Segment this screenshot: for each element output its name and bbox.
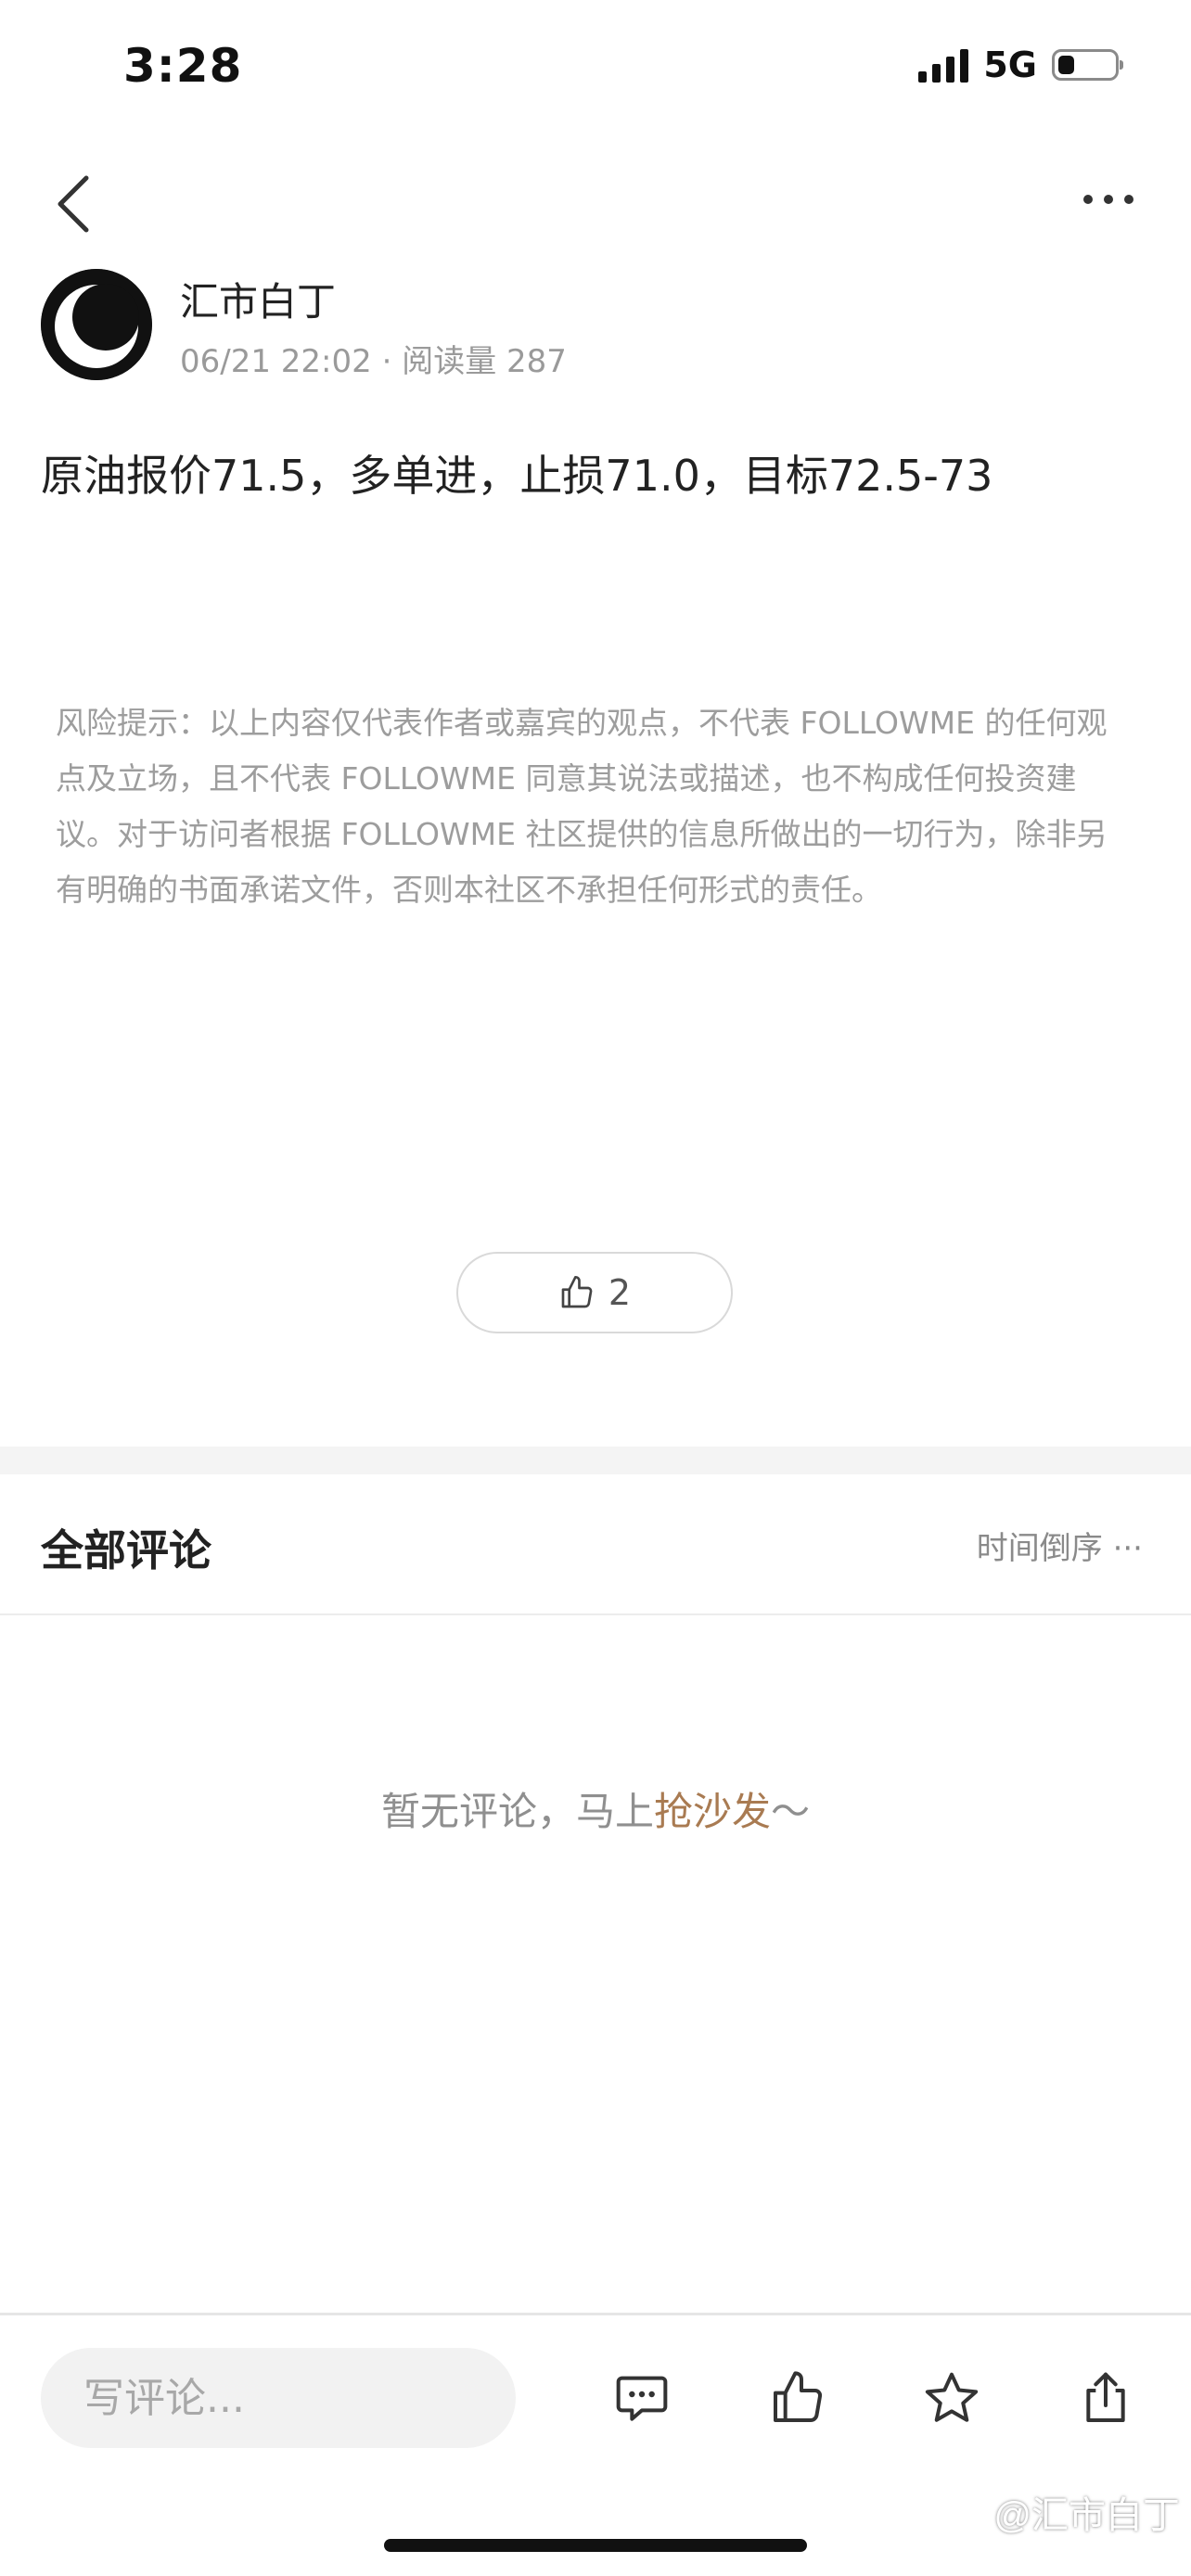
like-count: 2	[608, 1272, 632, 1313]
share-button[interactable]	[1070, 2363, 1141, 2433]
back-button[interactable]	[41, 167, 106, 241]
battery-icon	[1052, 49, 1123, 81]
meta-separator: ·	[381, 343, 392, 380]
signal-icon	[918, 47, 969, 83]
network-type: 5G	[983, 45, 1037, 85]
favorite-button[interactable]	[916, 2363, 987, 2433]
like-button[interactable]: 2	[456, 1252, 733, 1333]
avatar[interactable]	[41, 269, 152, 380]
sort-label: 时间倒序	[976, 1530, 1103, 1567]
comments-divider	[0, 1613, 1191, 1615]
comment-button[interactable]	[607, 2363, 677, 2433]
first-comment-link[interactable]: 抢沙发	[654, 1789, 771, 1834]
risk-disclaimer: 风险提示：以上内容仅代表作者或嘉宾的观点，不代表 FOLLOWME 的任何观点及…	[56, 705, 1108, 908]
sort-button[interactable]: 时间倒序 ···	[977, 1523, 1143, 1568]
star-icon	[925, 2372, 979, 2422]
thumbs-up-icon	[561, 1276, 593, 1308]
read-label: 阅读量	[402, 343, 497, 380]
crescent-moon-logo	[41, 269, 152, 380]
bottom-bar-divider	[0, 2313, 1191, 2315]
share-icon	[1086, 2372, 1125, 2422]
author-name[interactable]: 汇市白丁	[180, 271, 336, 327]
comment-icon	[616, 2376, 668, 2421]
status-time: 3:28	[123, 39, 243, 93]
watermark: @汇市白丁	[993, 2495, 1180, 2536]
more-options-button[interactable]	[1067, 176, 1150, 223]
empty-suffix: ～	[771, 1789, 811, 1834]
thumbs-up-icon	[774, 2371, 823, 2423]
read-count: 287	[506, 343, 567, 380]
battery-level	[1058, 56, 1074, 74]
status-indicators: 5G	[918, 45, 1123, 85]
section-divider	[0, 1447, 1191, 1474]
chevron-left-icon	[58, 175, 89, 233]
post-meta: 06/21 22:02 · 阅读量 287	[180, 336, 567, 381]
post-content: 原油报价71.5，多单进，止损71.0，目标72.5-73	[41, 451, 993, 501]
sort-more-icon: ···	[1112, 1530, 1143, 1567]
more-horizontal-icon	[1083, 195, 1093, 204]
comment-input[interactable]	[41, 2348, 516, 2448]
post-date: 06/21 22:02	[180, 343, 372, 380]
home-indicator[interactable]	[384, 2539, 807, 2552]
like-bar-button[interactable]	[762, 2363, 833, 2433]
empty-text: 暂无评论，马上	[380, 1789, 654, 1834]
empty-comments-message: 暂无评论，马上抢沙发～	[0, 1780, 1191, 1837]
comments-title: 全部评论	[41, 1525, 211, 1575]
